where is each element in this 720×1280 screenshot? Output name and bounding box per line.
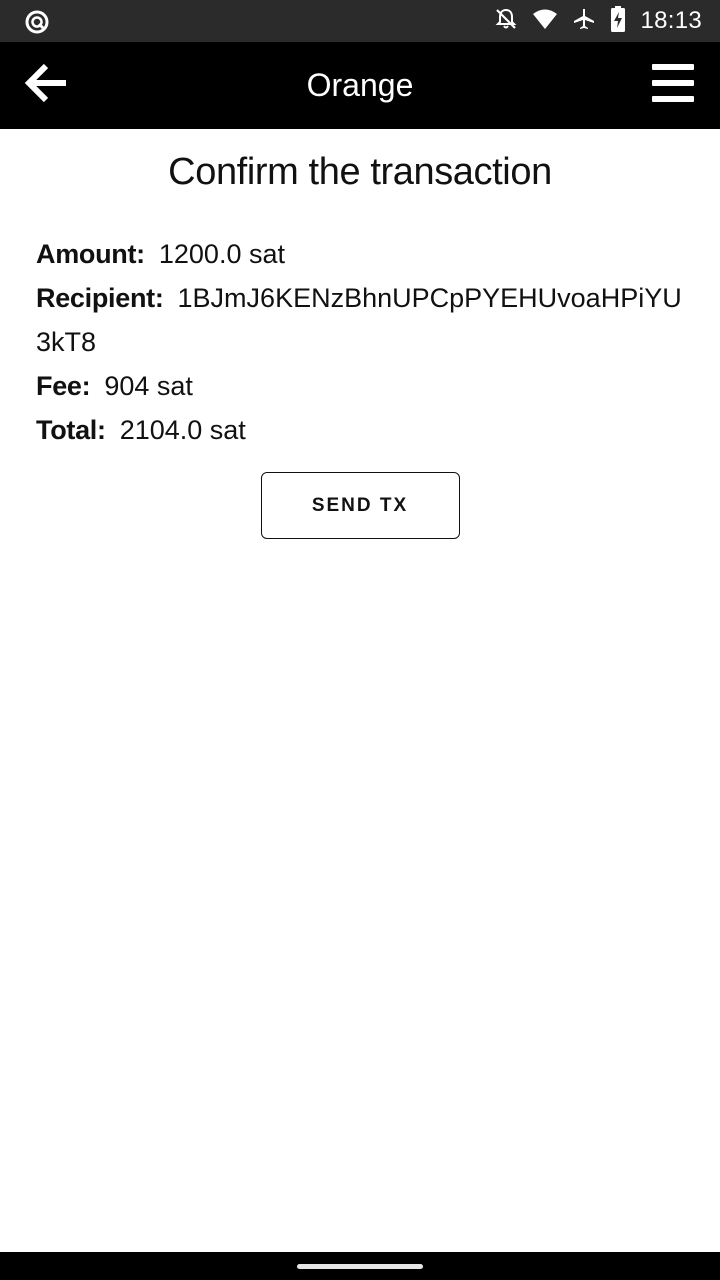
battery-charging-icon: [610, 5, 626, 37]
data-saver-icon: [24, 9, 50, 35]
recipient-label: Recipient:: [36, 283, 164, 313]
arrow-left-icon: [24, 63, 66, 103]
fee-label: Fee:: [36, 371, 91, 401]
home-indicator[interactable]: [297, 1264, 423, 1269]
amount-row: Amount: 1200.0 sat: [36, 232, 684, 276]
amount-label: Amount:: [36, 239, 145, 269]
fee-value: 904 sat: [104, 371, 193, 401]
app-title: Orange: [306, 67, 414, 103]
transaction-details: Amount: 1200.0 sat Recipient: 1BJmJ6KENzBh…: [0, 194, 720, 452]
page-title: Confirm the transaction: [168, 151, 552, 193]
confirm-transaction-screen: Confirm the transaction Amount: 1200.0 sa…: [0, 129, 720, 539]
total-row: Total: 2104.0 sat: [36, 408, 684, 452]
total-label: Total:: [36, 415, 106, 445]
send-tx-button[interactable]: SEND TX: [260, 472, 460, 539]
airplane-icon: [572, 7, 596, 36]
fee-row: Fee: 904 sat: [36, 364, 684, 408]
total-value: 2104.0 sat: [119, 415, 246, 445]
navigation-bar: [0, 1252, 720, 1280]
status-time: 18:13: [640, 7, 702, 34]
wifi-icon: [532, 8, 558, 35]
app-bar: Orange: [0, 42, 720, 129]
notifications-off-icon: [494, 7, 518, 36]
recipient-row: Recipient: 1BJmJ6KENzBhnUPCpPYEHUvoaHPiYU…: [36, 276, 684, 364]
amount-value: 1200.0 sat: [158, 239, 285, 269]
status-bar: 18:13: [0, 0, 720, 42]
back-button[interactable]: [22, 60, 72, 110]
hamburger-menu-icon: [652, 64, 694, 102]
menu-button[interactable]: [652, 62, 696, 106]
